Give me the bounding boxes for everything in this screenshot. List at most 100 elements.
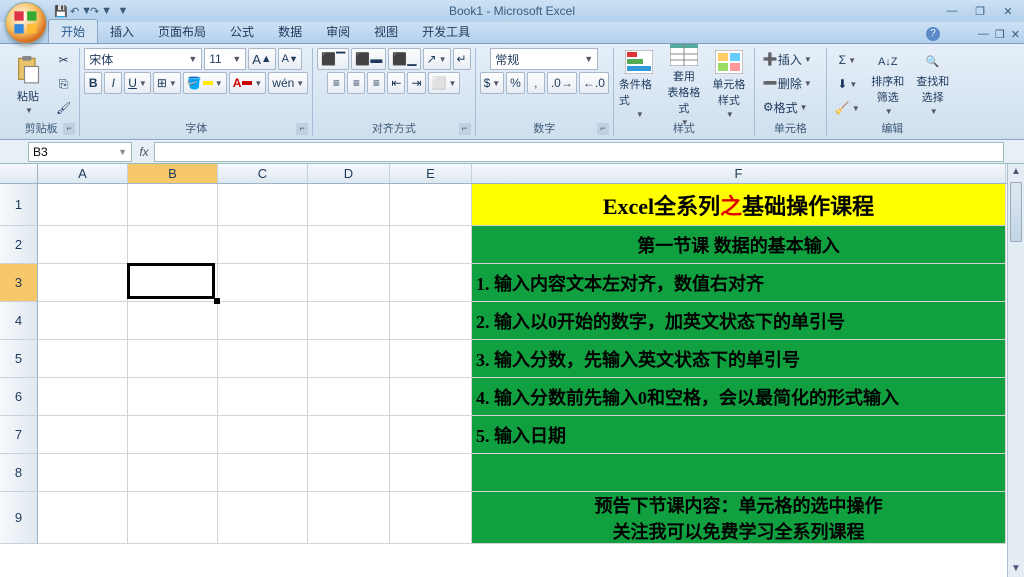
- cell-F6[interactable]: 4. 输入分数前先输入0和空格，会以最简化的形式输入: [472, 378, 1006, 416]
- select-all-corner[interactable]: [0, 164, 38, 183]
- cell-A3[interactable]: [38, 264, 128, 302]
- align-left[interactable]: ≡: [327, 72, 345, 94]
- mdi-minimize[interactable]: —: [978, 28, 989, 41]
- conditional-format-button[interactable]: 条件格式▼: [618, 51, 660, 117]
- row-header-6[interactable]: 6: [0, 378, 37, 416]
- align-bottom[interactable]: ⬛▁: [388, 48, 420, 70]
- shrink-font-button[interactable]: A▼: [278, 48, 302, 70]
- cell-D7[interactable]: [308, 416, 390, 454]
- insert-cells-button[interactable]: ➕ 插入▼: [759, 48, 816, 70]
- inc-indent[interactable]: ⇥: [407, 72, 425, 94]
- row-header-9[interactable]: 9: [0, 492, 37, 544]
- formula-input[interactable]: [154, 142, 1004, 162]
- col-header-C[interactable]: C: [218, 164, 308, 183]
- fill-button[interactable]: ⬇▼: [831, 73, 864, 95]
- cell-F1[interactable]: Excel全系列之基础操作课程: [472, 184, 1006, 226]
- cell-D1[interactable]: [308, 184, 390, 226]
- cell-F8[interactable]: [472, 454, 1006, 492]
- dec-decimal[interactable]: ←.0: [579, 72, 609, 94]
- align-center[interactable]: ≡: [347, 72, 365, 94]
- wrap-text-button[interactable]: ↵: [453, 48, 471, 70]
- cell-E7[interactable]: [390, 416, 472, 454]
- cell-A7[interactable]: [38, 416, 128, 454]
- tab-review[interactable]: 审阅: [314, 20, 362, 43]
- font-size-combo[interactable]: 11▼: [204, 48, 246, 70]
- cell-A4[interactable]: [38, 302, 128, 340]
- cell-E5[interactable]: [390, 340, 472, 378]
- close-button[interactable]: ✕: [995, 3, 1021, 19]
- underline-button[interactable]: U▼: [124, 72, 151, 94]
- italic-button[interactable]: I: [104, 72, 122, 94]
- cell-F2[interactable]: 第一节课 数据的基本输入: [472, 226, 1006, 264]
- minimize-button[interactable]: —: [939, 3, 965, 19]
- orientation-button[interactable]: ↗▼: [423, 48, 451, 70]
- tab-formulas[interactable]: 公式: [218, 20, 266, 43]
- border-button[interactable]: ⊞▼: [153, 72, 181, 94]
- inc-decimal[interactable]: .0→: [547, 72, 577, 94]
- find-select-button[interactable]: 🔍查找和 选择▼: [912, 51, 954, 117]
- cell-D2[interactable]: [308, 226, 390, 264]
- cell-C9[interactable]: [218, 492, 308, 544]
- cell-E6[interactable]: [390, 378, 472, 416]
- cell-C8[interactable]: [218, 454, 308, 492]
- tab-insert[interactable]: 插入: [98, 20, 146, 43]
- currency-button[interactable]: $▼: [480, 72, 505, 94]
- col-header-D[interactable]: D: [308, 164, 390, 183]
- align-right[interactable]: ≡: [367, 72, 385, 94]
- cell-D6[interactable]: [308, 378, 390, 416]
- mdi-restore[interactable]: ❐: [995, 28, 1005, 41]
- tab-developer[interactable]: 开发工具: [410, 20, 482, 43]
- percent-button[interactable]: %: [506, 72, 525, 94]
- cell-C2[interactable]: [218, 226, 308, 264]
- cell-A5[interactable]: [38, 340, 128, 378]
- copy-button[interactable]: ⎘: [52, 73, 75, 95]
- office-button[interactable]: [5, 2, 47, 44]
- cell-B8[interactable]: [128, 454, 218, 492]
- format-painter-button[interactable]: 🖌: [52, 97, 75, 119]
- cell-D3[interactable]: [308, 264, 390, 302]
- grow-font-button[interactable]: A▲: [248, 48, 275, 70]
- cell-E2[interactable]: [390, 226, 472, 264]
- number-dialog[interactable]: ⌐: [597, 123, 609, 135]
- maximize-button[interactable]: ❐: [967, 3, 993, 19]
- cell-E1[interactable]: [390, 184, 472, 226]
- cell-B3[interactable]: [128, 264, 218, 302]
- cell-C4[interactable]: [218, 302, 308, 340]
- cell-B5[interactable]: [128, 340, 218, 378]
- cut-button[interactable]: ✂: [52, 49, 75, 71]
- qat-more-icon[interactable]: ▼: [114, 3, 132, 19]
- fill-color-button[interactable]: 🪣▼: [183, 72, 227, 94]
- cell-A2[interactable]: [38, 226, 128, 264]
- cell-B9[interactable]: [128, 492, 218, 544]
- scroll-thumb[interactable]: [1010, 182, 1022, 242]
- col-header-E[interactable]: E: [390, 164, 472, 183]
- row-header-2[interactable]: 2: [0, 226, 37, 264]
- save-icon[interactable]: 💾: [52, 3, 70, 19]
- row-header-5[interactable]: 5: [0, 340, 37, 378]
- cell-B1[interactable]: [128, 184, 218, 226]
- name-box[interactable]: B3▼: [28, 142, 132, 162]
- scroll-up-arrow[interactable]: ▲: [1008, 164, 1024, 180]
- col-header-F[interactable]: F: [472, 164, 1006, 183]
- cell-E3[interactable]: [390, 264, 472, 302]
- row-header-7[interactable]: 7: [0, 416, 37, 454]
- row-header-3[interactable]: 3: [0, 264, 37, 302]
- fx-button[interactable]: fx: [134, 145, 154, 159]
- cell-A9[interactable]: [38, 492, 128, 544]
- alignment-dialog[interactable]: ⌐: [459, 123, 471, 135]
- cell-A1[interactable]: [38, 184, 128, 226]
- row-header-1[interactable]: 1: [0, 184, 37, 226]
- format-cells-button[interactable]: ⚙ 格式▼: [759, 96, 812, 118]
- font-name-combo[interactable]: 宋体▼: [84, 48, 202, 70]
- number-format-combo[interactable]: 常规▼: [490, 48, 598, 70]
- cell-B2[interactable]: [128, 226, 218, 264]
- table-format-button[interactable]: 套用 表格格式▼: [663, 51, 705, 117]
- cell-F9[interactable]: 预告下节课内容：单元格的选中操作关注我可以免费学习全系列课程: [472, 492, 1006, 544]
- cell-C1[interactable]: [218, 184, 308, 226]
- vertical-scrollbar[interactable]: ▲ ▼: [1007, 164, 1024, 577]
- tab-data[interactable]: 数据: [266, 20, 314, 43]
- redo-icon[interactable]: ↷▼: [92, 3, 110, 19]
- fill-handle[interactable]: [214, 298, 220, 304]
- cell-E4[interactable]: [390, 302, 472, 340]
- tab-pagelayout[interactable]: 页面布局: [146, 20, 218, 43]
